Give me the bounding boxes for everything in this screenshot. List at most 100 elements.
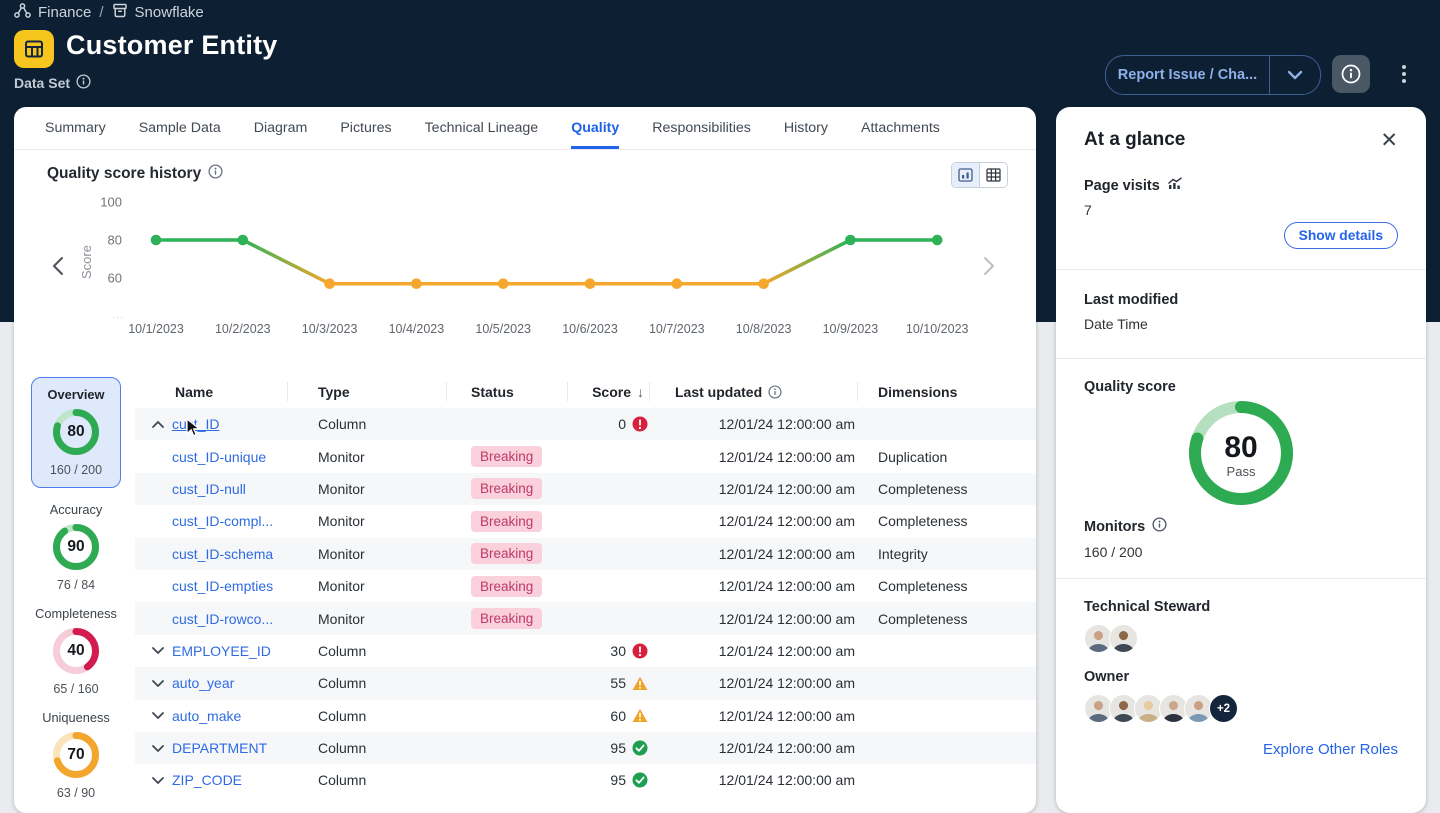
axis-truncation-dots: ··· (112, 312, 124, 322)
table-row[interactable]: EMPLOYEE_IDColumn3012/01/24 12:00:00 am (135, 635, 1036, 667)
table-icon (14, 30, 54, 68)
tab-sample-data[interactable]: Sample Data (139, 107, 221, 149)
error-icon (632, 416, 648, 432)
table-row[interactable]: cust_ID-nullMonitorBreaking12/01/24 12:0… (135, 473, 1036, 505)
tab-technical-lineage[interactable]: Technical Lineage (425, 107, 539, 149)
tab-attachments[interactable]: Attachments (861, 107, 940, 149)
expand-caret-icon[interactable] (135, 776, 172, 785)
quality-score-label: Quality score (1084, 379, 1398, 395)
column-header-name[interactable]: Name (135, 375, 288, 408)
database-icon (112, 3, 128, 22)
quality-score-history-chart: 1008060Score···10/1/202310/2/202310/3/20… (14, 190, 1024, 345)
dimension-cell: Completeness (858, 578, 1036, 594)
explore-other-roles-link[interactable]: Explore Other Roles (1263, 741, 1398, 758)
tab-pictures[interactable]: Pictures (340, 107, 391, 149)
score-nav-completeness[interactable]: Completeness4065 / 160 (35, 606, 117, 696)
chart-data-point (238, 235, 249, 246)
type-cell: Column (288, 772, 447, 788)
asset-link[interactable]: cust_ID-compl... (172, 513, 273, 529)
table-view-icon[interactable] (979, 163, 1007, 187)
expand-caret-icon[interactable] (135, 744, 172, 753)
asset-link[interactable]: cust_ID-unique (172, 449, 266, 465)
table-row[interactable]: ZIP_CODEColumn9512/01/24 12:00:00 am (135, 764, 1036, 796)
tab-bar: Summary Sample Data Diagram Pictures Technic… (14, 107, 1036, 150)
score-cell: 55 (568, 675, 650, 691)
status-cell: Breaking (447, 543, 568, 564)
table-row[interactable]: cust_IDColumn012/01/24 12:00:00 am (135, 408, 1036, 440)
asset-link[interactable]: cust_ID-rowco... (172, 611, 273, 627)
info-icon[interactable] (76, 74, 91, 92)
breadcrumb-item-snowflake[interactable]: Snowflake (112, 3, 204, 22)
last-updated-cell: 12/01/24 12:00:00 am (650, 772, 858, 788)
column-header-dimensions[interactable]: Dimensions (858, 375, 1036, 408)
page-visits-label: Page visits (1084, 177, 1398, 194)
info-icon[interactable] (208, 164, 223, 184)
column-header-last-updated[interactable]: Last updated (650, 375, 858, 408)
info-button[interactable] (1332, 55, 1370, 93)
status-cell: Breaking (447, 608, 568, 629)
score-nav-uniqueness[interactable]: Uniqueness7063 / 90 (42, 710, 110, 800)
collapse-caret-icon[interactable] (135, 420, 172, 429)
tab-history[interactable]: History (784, 107, 828, 149)
table-row[interactable]: auto_yearColumn5512/01/24 12:00:00 am (135, 667, 1036, 699)
asset-link[interactable]: DEPARTMENT (172, 740, 267, 756)
table-row[interactable]: cust_ID-uniqueMonitorBreaking12/01/24 12… (135, 440, 1036, 472)
expand-caret-icon[interactable] (135, 679, 172, 688)
asset-link[interactable]: cust_ID-empties (172, 578, 273, 594)
x-tick: 10/5/2023 (475, 322, 531, 336)
show-details-button[interactable]: Show details (1284, 222, 1398, 249)
tab-quality[interactable]: Quality (571, 107, 619, 149)
tab-summary[interactable]: Summary (45, 107, 106, 149)
technical-steward-avatars (1084, 624, 1398, 653)
table-row[interactable]: cust_ID-schemaMonitorBreaking12/01/24 12… (135, 538, 1036, 570)
table-row[interactable]: cust_ID-emptiesMonitorBreaking12/01/24 1… (135, 570, 1036, 602)
x-tick: 10/2/2023 (215, 322, 271, 336)
avatar[interactable] (1109, 624, 1138, 653)
chevron-down-icon[interactable] (1270, 70, 1320, 80)
table-row[interactable]: DEPARTMENTColumn9512/01/24 12:00:00 am (135, 732, 1036, 764)
status-badge: Breaking (471, 511, 542, 532)
info-icon[interactable] (768, 385, 782, 399)
score-cell: 60 (568, 708, 650, 724)
chart-prev-chevron-icon[interactable] (54, 258, 62, 274)
last-updated-cell: 12/01/24 12:00:00 am (650, 578, 858, 594)
status-badge: Breaking (471, 478, 542, 499)
type-cell: Column (288, 740, 447, 756)
table-row[interactable]: cust_ID-rowco...MonitorBreaking12/01/24 … (135, 602, 1036, 634)
column-header-score[interactable]: Score↓ (568, 375, 650, 408)
score-ring: 70 (53, 732, 99, 778)
tab-responsibilities[interactable]: Responsibilities (652, 107, 751, 149)
asset-link[interactable]: EMPLOYEE_ID (172, 643, 271, 659)
asset-link[interactable]: cust_ID-schema (172, 546, 273, 562)
close-icon[interactable]: ✕ (1380, 130, 1398, 151)
chart-next-chevron-icon[interactable] (985, 258, 993, 274)
chart-data-point (324, 278, 335, 289)
column-header-type[interactable]: Type (288, 375, 447, 408)
column-header-status[interactable]: Status (447, 375, 568, 408)
asset-link[interactable]: cust_ID (172, 416, 219, 432)
sort-desc-icon[interactable]: ↓ (637, 384, 644, 400)
score-nav-overview[interactable]: Overview80160 / 200 (31, 377, 121, 488)
asset-link[interactable]: auto_make (172, 708, 241, 724)
last-updated-cell: 12/01/24 12:00:00 am (650, 643, 858, 659)
chart-data-point (758, 278, 769, 289)
breadcrumb-item-finance[interactable]: Finance (14, 3, 91, 22)
expand-caret-icon[interactable] (135, 711, 172, 720)
table-row[interactable]: cust_ID-compl...MonitorBreaking12/01/24 … (135, 505, 1036, 537)
asset-link[interactable]: cust_ID-null (172, 481, 246, 497)
table-row[interactable]: auto_makeColumn6012/01/24 12:00:00 am (135, 700, 1036, 732)
y-axis-label: Score (79, 245, 94, 279)
status-badge: Breaking (471, 543, 542, 564)
status-badge: Breaking (471, 608, 542, 629)
score-nav-accuracy[interactable]: Accuracy9076 / 84 (50, 502, 103, 592)
avatar-overflow-badge[interactable]: +2 (1209, 694, 1238, 723)
chart-view-icon[interactable] (952, 163, 979, 187)
x-tick: 10/3/2023 (302, 322, 358, 336)
tab-diagram[interactable]: Diagram (254, 107, 308, 149)
asset-link[interactable]: auto_year (172, 675, 234, 691)
report-issue-button[interactable]: Report Issue / Cha... (1105, 55, 1321, 95)
expand-caret-icon[interactable] (135, 646, 172, 655)
kebab-menu-icon[interactable] (1396, 58, 1412, 90)
asset-link[interactable]: ZIP_CODE (172, 772, 242, 788)
info-icon[interactable] (1152, 517, 1167, 536)
